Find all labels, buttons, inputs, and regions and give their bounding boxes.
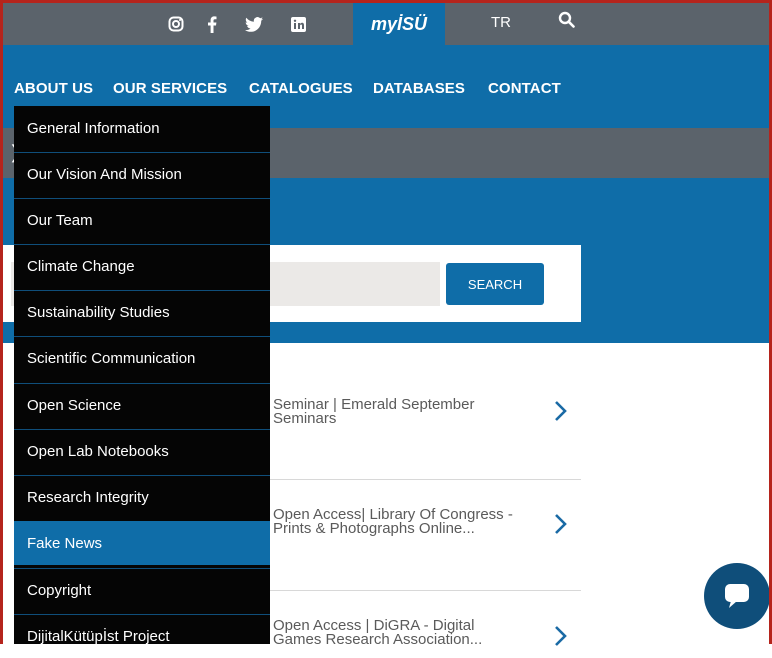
chevron-right-icon[interactable]: [554, 513, 568, 540]
myisu-portal-button[interactable]: myİSÜ: [353, 3, 445, 45]
nav-catalogues[interactable]: CATALOGUES: [249, 80, 353, 97]
divider: [269, 479, 581, 480]
twitter-icon[interactable]: [242, 3, 266, 45]
instagram-icon[interactable]: [163, 3, 189, 45]
top-bar: myİSÜ TR: [3, 3, 769, 45]
search-icon[interactable]: [558, 11, 575, 33]
menu-item-general-information[interactable]: General Information: [14, 106, 270, 150]
news-item-2[interactable]: Open Access| Library Of Congress - Prints…: [269, 506, 581, 558]
divider: [269, 590, 581, 591]
menu-item-vision-mission[interactable]: Our Vision And Mission: [14, 152, 270, 196]
menu-item-copyright[interactable]: Copyright: [14, 568, 270, 612]
news-item-3[interactable]: Open Access | DiGRA - Digital Games Resea…: [269, 617, 581, 652]
news-item-1[interactable]: Seminar | Emerald September Seminars: [269, 396, 581, 446]
facebook-icon[interactable]: [201, 3, 223, 45]
news-title: Open Access | DiGRA - Digital Games Resea…: [273, 617, 483, 648]
language-switch[interactable]: TR: [491, 14, 511, 31]
menu-item-climate-change[interactable]: Climate Change: [14, 244, 270, 288]
nav-our-services[interactable]: OUR SERVICES: [113, 80, 227, 97]
chat-button[interactable]: [704, 563, 770, 629]
menu-item-scientific-communication[interactable]: Scientific Communication: [14, 336, 270, 380]
chat-icon: [725, 584, 749, 608]
menu-item-our-team[interactable]: Our Team: [14, 198, 270, 242]
chevron-right-icon[interactable]: [554, 400, 568, 427]
menu-item-research-integrity[interactable]: Research Integrity: [14, 475, 270, 519]
about-us-dropdown: General Information Our Vision And Missi…: [14, 106, 270, 645]
search-button[interactable]: SEARCH: [446, 263, 544, 305]
menu-item-fake-news[interactable]: Fake News: [14, 521, 270, 565]
nav-contact[interactable]: CONTACT: [488, 80, 561, 97]
menu-item-dijitalkutupist-project[interactable]: DijitalKütüpİst Project: [14, 614, 270, 658]
linkedin-icon[interactable]: [287, 3, 309, 45]
nav-databases[interactable]: DATABASES: [373, 80, 465, 97]
news-title: Seminar | Emerald September Seminars: [273, 396, 475, 427]
nav-about-us[interactable]: ABOUT US: [14, 80, 93, 97]
menu-item-open-lab-notebooks[interactable]: Open Lab Notebooks: [14, 429, 270, 473]
chevron-right-icon[interactable]: [554, 625, 568, 652]
news-title: Open Access| Library Of Congress - Prints…: [273, 506, 513, 537]
menu-item-open-science[interactable]: Open Science: [14, 383, 270, 427]
menu-item-sustainability-studies[interactable]: Sustainability Studies: [14, 290, 270, 334]
